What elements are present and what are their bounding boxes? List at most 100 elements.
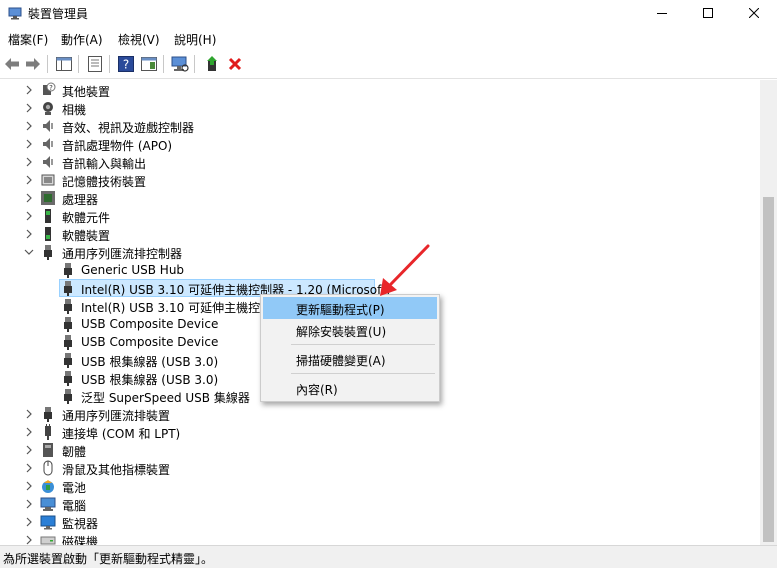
properties-icon	[88, 56, 102, 72]
tree-category-item[interactable]: 音訊處理物件 (APO)	[0, 135, 760, 153]
tree-category-item[interactable]: 滑鼠及其他指標裝置	[0, 459, 760, 477]
svg-text:?: ?	[123, 58, 129, 72]
disk-drive-icon	[40, 532, 56, 545]
chevron-right-icon[interactable]	[24, 408, 34, 420]
ctx-properties[interactable]: 內容(R)	[263, 377, 437, 399]
ctx-item-label: 掃描硬體變更(A)	[296, 354, 386, 368]
forward-arrow-icon	[26, 58, 40, 70]
tree-category-item[interactable]: 通用序列匯流排裝置	[0, 405, 760, 423]
chevron-right-icon[interactable]	[24, 498, 34, 510]
menu-file[interactable]: 檔案(F)	[8, 31, 48, 48]
menu-help[interactable]: 說明(H)	[174, 31, 216, 48]
tree-device-item[interactable]: Generic USB Hub	[0, 261, 760, 279]
tree-category-item[interactable]: 磁碟機	[0, 531, 760, 545]
forward-button[interactable]	[24, 55, 42, 73]
close-button[interactable]	[731, 0, 777, 26]
usb-plug-icon	[60, 352, 76, 368]
tree-item-label: 記憶體技術裝置	[62, 175, 147, 189]
menu-action[interactable]: 動作(A)	[61, 31, 103, 48]
tree-item-label: 音效、視訊及遊戲控制器	[62, 121, 195, 135]
toolbar: ?	[0, 50, 777, 79]
chevron-right-icon[interactable]	[24, 120, 34, 132]
usb-plug-icon	[60, 370, 76, 386]
console-tree-button[interactable]	[55, 55, 73, 73]
tree-category-item[interactable]: 處理器	[0, 189, 760, 207]
chevron-right-icon[interactable]	[24, 462, 34, 474]
usb-plug-icon	[60, 262, 76, 278]
tree-category-item[interactable]: 記憶體技術裝置	[0, 171, 760, 189]
software-device-icon	[40, 226, 56, 242]
ctx-scan-hardware[interactable]: 掃描硬體變更(A)	[263, 348, 437, 370]
tree-category-item[interactable]: 連接埠 (COM 和 LPT)	[0, 423, 760, 441]
properties-button[interactable]	[86, 55, 104, 73]
chevron-right-icon[interactable]	[24, 192, 34, 204]
usb-plug-icon	[40, 244, 56, 260]
tree-category-item[interactable]: 軟體元件	[0, 207, 760, 225]
tree-category-item[interactable]: 音訊輸入與輸出	[0, 153, 760, 171]
help-button[interactable]: ?	[117, 55, 135, 73]
tree-item-label: 音訊處理物件 (APO)	[62, 139, 173, 153]
toolbar-separator	[194, 55, 195, 73]
device-manager-icon	[8, 7, 22, 20]
chevron-right-icon[interactable]	[24, 426, 34, 438]
tree-category-item[interactable]: ? 其他裝置	[0, 81, 760, 99]
ctx-uninstall-device[interactable]: 解除安裝裝置(U)	[263, 319, 437, 341]
back-button[interactable]	[3, 55, 21, 73]
toolbar-separator	[47, 55, 48, 73]
chevron-right-icon[interactable]	[24, 444, 34, 456]
scan-hardware-icon	[171, 56, 189, 72]
tree-item-label: 滑鼠及其他指標裝置	[62, 463, 171, 477]
minimize-button[interactable]	[639, 0, 685, 26]
chevron-right-icon[interactable]	[24, 480, 34, 492]
scroll-thumb[interactable]	[763, 197, 774, 542]
status-text: 為所選裝置啟動「更新驅動程式精靈」。	[3, 552, 214, 566]
tree-category-item[interactable]: 電池	[0, 477, 760, 495]
ctx-separator	[291, 344, 435, 345]
chevron-right-icon[interactable]	[24, 210, 34, 222]
chevron-right-icon[interactable]	[24, 102, 34, 114]
chevron-right-icon[interactable]	[24, 534, 34, 545]
chevron-right-icon[interactable]	[24, 138, 34, 150]
monitor-icon	[40, 514, 56, 530]
tree-category-item[interactable]: 通用序列匯流排控制器	[0, 243, 760, 261]
update-driver-icon	[207, 56, 217, 71]
menu-view[interactable]: 檢視(V)	[118, 31, 160, 48]
tree-category-item[interactable]: 軟體裝置	[0, 225, 760, 243]
ctx-update-driver[interactable]: 更新驅動程式(P)	[263, 297, 437, 319]
scan-hardware-button[interactable]	[171, 55, 189, 73]
computer-icon	[40, 496, 56, 512]
context-menu: 更新驅動程式(P) 解除安裝裝置(U) 掃描硬體變更(A) 內容(R)	[260, 294, 440, 402]
maximize-button[interactable]	[685, 0, 731, 26]
vertical-scrollbar[interactable]	[760, 80, 777, 545]
chevron-right-icon[interactable]	[24, 84, 34, 96]
tree-item-label: 相機	[62, 103, 87, 117]
tree-item-label: USB 根集線器 (USB 3.0)	[81, 373, 219, 387]
tree-item-label: 磁碟機	[62, 535, 99, 545]
tree-item-label: 監視器	[62, 517, 99, 531]
show-hide-console-tree-icon	[56, 57, 72, 71]
tree-item-label: 音訊輸入與輸出	[62, 157, 147, 171]
chevron-down-icon[interactable]	[24, 246, 34, 258]
tree-category-item[interactable]: 監視器	[0, 513, 760, 531]
chevron-right-icon[interactable]	[24, 228, 34, 240]
update-driver-button[interactable]	[203, 55, 221, 73]
tree-category-item[interactable]: 韌體	[0, 441, 760, 459]
speaker-icon	[40, 136, 56, 152]
tree-item-label: 其他裝置	[62, 85, 111, 99]
tree-item-label: 連接埠 (COM 和 LPT)	[62, 427, 181, 441]
usb-plug-icon	[60, 298, 76, 314]
tree-category-item[interactable]: 電腦	[0, 495, 760, 513]
chevron-right-icon[interactable]	[24, 516, 34, 528]
tree-item-label: 軟體元件	[62, 211, 111, 225]
maximize-icon	[703, 8, 713, 18]
chevron-right-icon[interactable]	[24, 156, 34, 168]
battery-icon	[40, 478, 56, 494]
tree-category-item[interactable]: 相機	[0, 99, 760, 117]
chevron-right-icon[interactable]	[24, 174, 34, 186]
tree-item-label: USB 根集線器 (USB 3.0)	[81, 355, 219, 369]
menu-bar: 檔案(F) 動作(A) 檢視(V) 說明(H)	[0, 26, 777, 50]
uninstall-button[interactable]	[226, 55, 244, 73]
tree-category-item[interactable]: 音效、視訊及遊戲控制器	[0, 117, 760, 135]
action-pane-button[interactable]	[140, 55, 158, 73]
tree-item-label: 電腦	[62, 499, 87, 513]
